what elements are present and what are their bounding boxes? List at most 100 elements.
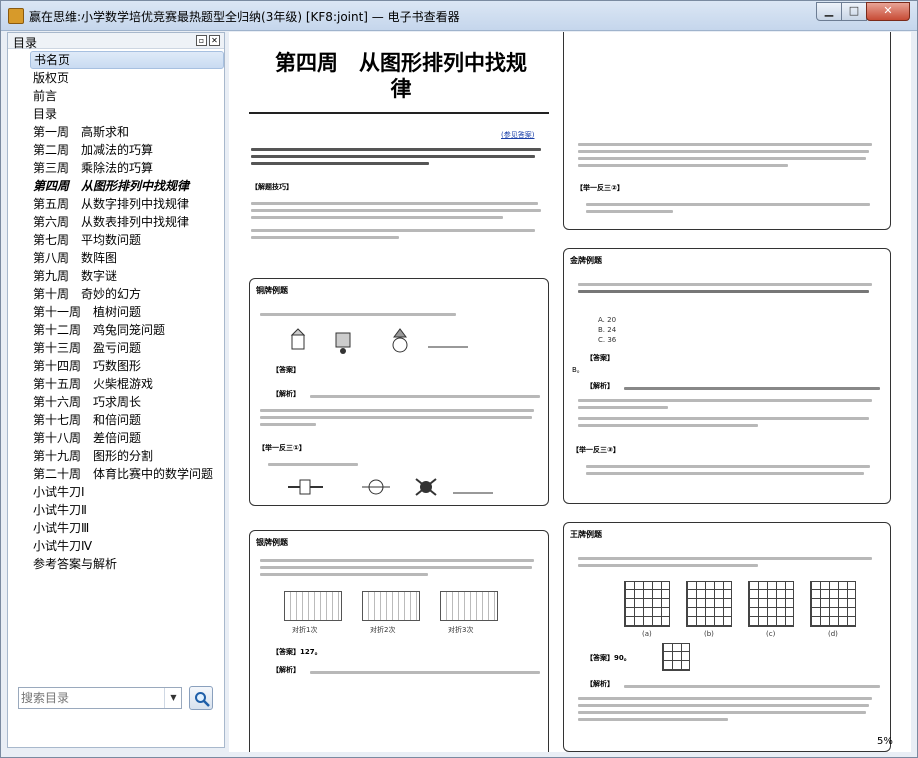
- toc-item[interactable]: 第八周 数阵图: [30, 249, 224, 267]
- ace-example-box: 王牌例题 (a) (b) (c) (d) 【答案】90。 【解析】: [563, 522, 891, 752]
- book-page-right: n123 a248 b137 【举一反三②】 金牌例题: [563, 32, 893, 752]
- toc-item[interactable]: 第十九周 图形的分割: [30, 447, 224, 465]
- toc-item[interactable]: 第十一周 植树问题: [30, 303, 224, 321]
- grid-label-c: (c): [766, 630, 776, 638]
- close-panel-icon[interactable]: ✕: [209, 35, 220, 46]
- silver-continuation-box: 【举一反三②】: [563, 32, 891, 230]
- toc-item[interactable]: 第六周 从数表排列中找规律: [30, 213, 224, 231]
- toc-item[interactable]: 第七周 平均数问题: [30, 231, 224, 249]
- toc-item[interactable]: 版权页: [30, 69, 224, 87]
- chapter-title: 第四周 从图形排列中找规 律: [251, 50, 551, 102]
- toc-item[interactable]: 第十六周 巧求周长: [30, 393, 224, 411]
- bronze-example-text: [260, 309, 540, 320]
- silver-example-box: 银牌例题 对折1次 对折2次 对折3次 【答案】127。 【解析】: [249, 530, 549, 752]
- gold-example-box: 金牌例题 A. 20 B. 24 C. 36 【答案】 B。 【解析】 【举一反…: [563, 248, 891, 504]
- toc-item[interactable]: 第十四周 巧数图形: [30, 357, 224, 375]
- toc-item[interactable]: 第一周 高斯求和: [30, 123, 224, 141]
- maximize-button[interactable]: □: [841, 2, 867, 21]
- answer-ref-link[interactable]: (参见答案): [501, 130, 534, 140]
- bronze-ex-figure: [288, 478, 493, 496]
- fold-figure-3: [440, 591, 498, 621]
- ace-example-text: [578, 553, 878, 571]
- gold-ex-text: [586, 461, 876, 479]
- silver-ex-label: 【举一反三②】: [576, 184, 624, 192]
- tips-text: [251, 198, 547, 243]
- bronze-analysis-more: [260, 405, 540, 430]
- search-button[interactable]: [189, 686, 213, 710]
- gold-answer-value: B。: [572, 366, 584, 374]
- toc-item[interactable]: 第九周 数字谜: [30, 267, 224, 285]
- bronze-ex-label: 【举一反三①】: [258, 444, 306, 452]
- toc-item[interactable]: 书名页: [30, 51, 224, 69]
- toc-item[interactable]: 小试牛刀Ⅰ: [30, 483, 224, 501]
- toc-item[interactable]: 目录: [30, 105, 224, 123]
- toc-header-label: 目录: [13, 36, 38, 50]
- toc-item[interactable]: 小试牛刀Ⅳ: [30, 537, 224, 555]
- gold-answer-label: 【答案】: [586, 354, 614, 362]
- silver-analysis-text: [310, 667, 540, 678]
- toc-item[interactable]: 小试牛刀Ⅱ: [30, 501, 224, 519]
- toc-item[interactable]: 第二周 加减法的巧算: [30, 141, 224, 159]
- book-page-left: 第四周 从图形排列中找规 律 (参见答案) 【解题技巧】 铜牌例题 【答案】 【…: [239, 42, 559, 752]
- gold-example-title: 金牌例题: [570, 256, 602, 265]
- toc-search-input[interactable]: [21, 689, 161, 707]
- intro-text: [251, 144, 547, 169]
- bronze-analysis-label: 【解析】: [272, 390, 300, 398]
- fold-figure-2: [362, 591, 420, 621]
- fold-figure-1: [284, 591, 342, 621]
- toc-item[interactable]: 第十八周 差倍问题: [30, 429, 224, 447]
- grid-figure-d: [810, 581, 856, 627]
- grid-figure-c: [748, 581, 794, 627]
- toc-search-box: ▼: [18, 687, 182, 709]
- toc-item[interactable]: 第十三周 盈亏问题: [30, 339, 224, 357]
- ace-example-title: 王牌例题: [570, 530, 602, 539]
- silver-example-title: 银牌例题: [256, 538, 288, 547]
- silver-ex-text: [586, 199, 876, 217]
- bronze-example-box: 铜牌例题 【答案】 【解析】 【举一反三①】: [249, 278, 549, 506]
- chapter-title-line1: 第四周 从图形排列中找规: [275, 50, 527, 75]
- gold-option-c: C. 36: [598, 336, 617, 344]
- toc-item[interactable]: 小试牛刀Ⅲ: [30, 519, 224, 537]
- close-button[interactable]: ✕: [866, 2, 910, 21]
- toc-header: 目录 ▫ ✕: [8, 33, 224, 50]
- gold-analysis-more: [578, 395, 878, 431]
- fold-label-1: 对折1次: [292, 626, 318, 634]
- toc-item[interactable]: 第三周 乘除法的巧算: [30, 159, 224, 177]
- undock-icon[interactable]: ▫: [196, 35, 207, 46]
- silver-example-text: [260, 555, 540, 580]
- title-rule: [249, 112, 549, 114]
- gold-analysis-label: 【解析】: [586, 382, 614, 390]
- grid-label-b: (b): [704, 630, 714, 638]
- grid-figure-a: [624, 581, 670, 627]
- toc-item[interactable]: 第十周 奇妙的幻方: [30, 285, 224, 303]
- minimize-button[interactable]: ▁: [816, 2, 842, 21]
- silver-continuation-text: [578, 139, 878, 171]
- chapter-title-line2: 律: [390, 76, 412, 101]
- toc-item[interactable]: 前言: [30, 87, 224, 105]
- toc-item[interactable]: 第二十周 体育比赛中的数学问题: [30, 465, 224, 483]
- toc-item[interactable]: 第四周 从图形排列中找规律: [30, 177, 224, 195]
- toc-item[interactable]: 参考答案与解析: [30, 555, 224, 573]
- toc-item[interactable]: 第五周 从数字排列中找规律: [30, 195, 224, 213]
- gold-option-a: A. 20: [598, 316, 617, 324]
- bronze-example-title: 铜牌例题: [256, 286, 288, 295]
- search-icon: [195, 692, 210, 707]
- toc-item[interactable]: 第十二周 鸡兔同笼问题: [30, 321, 224, 339]
- grid-label-d: (d): [828, 630, 838, 638]
- grid-figure-small: [662, 643, 690, 671]
- app-window: 赢在思维:小学数学培优竞赛最热题型全归纳(3年级) [KF8:joint] — …: [0, 0, 918, 758]
- gold-example-text: [578, 279, 878, 297]
- bronze-figure: [290, 328, 468, 354]
- ace-answer: 【答案】90。: [586, 654, 631, 662]
- fold-label-3: 对折3次: [448, 626, 474, 634]
- toc-list: 书名页 版权页 前言 目录 第一周 高斯求和 第二周 加减法的巧算 第三周 乘除法的巧算 第四…: [30, 51, 224, 573]
- ace-analysis-text: [624, 681, 880, 692]
- book-viewer[interactable]: 第四周 从图形排列中找规 律 (参见答案) 【解题技巧】 铜牌例题 【答案】 【…: [229, 32, 911, 752]
- toc-item[interactable]: 第十七周 和倍问题: [30, 411, 224, 429]
- gold-analysis-text: [624, 383, 880, 394]
- tips-heading: 【解题技巧】: [251, 183, 293, 191]
- chevron-down-icon[interactable]: ▼: [164, 688, 182, 708]
- silver-answer: 【答案】127。: [272, 648, 322, 656]
- toc-item[interactable]: 第十五周 火柴棍游戏: [30, 375, 224, 393]
- grid-figure-b: [686, 581, 732, 627]
